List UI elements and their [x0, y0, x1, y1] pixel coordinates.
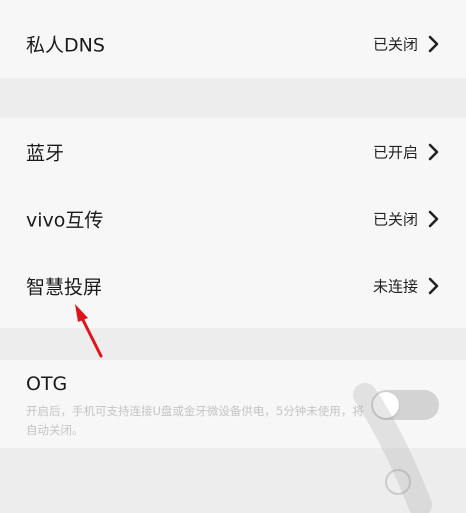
otg-toggle[interactable]	[371, 390, 439, 420]
chevron-right-icon	[428, 35, 440, 53]
smart-mirroring-label: 智慧投屏	[26, 276, 103, 299]
settings-row-bluetooth[interactable]: 蓝牙 已开启	[0, 122, 466, 182]
network-settings-group: 私人DNS 已关闭	[0, 0, 466, 78]
otg-title: OTG	[26, 373, 68, 395]
connection-settings-group: 蓝牙 已开启 vivo互传 已关闭 智慧投屏 未连接	[0, 118, 466, 328]
bluetooth-label: 蓝牙	[26, 142, 65, 165]
chevron-right-icon	[428, 277, 440, 295]
settings-row-vivo-share[interactable]: vivo互传 已关闭	[0, 189, 466, 249]
private-dns-label: 私人DNS	[26, 34, 105, 57]
chevron-right-icon	[428, 143, 440, 161]
otg-description: 开启后，手机可支持连接U盘或金牙微设备供电，5分钟未使用，将自动关闭。	[26, 404, 364, 437]
vivo-share-label: vivo互传	[26, 209, 104, 232]
otg-toggle-knob	[373, 392, 399, 418]
vivo-share-status: 已关闭	[372, 210, 418, 229]
settings-row-private-dns[interactable]: 私人DNS 已关闭	[0, 14, 466, 74]
chevron-right-icon	[428, 210, 440, 228]
bluetooth-status: 已开启	[372, 143, 418, 162]
smart-mirroring-status: 未连接	[372, 277, 418, 296]
settings-row-smart-mirroring[interactable]: 智慧投屏 未连接	[0, 256, 466, 316]
private-dns-status: 已关闭	[372, 35, 418, 54]
